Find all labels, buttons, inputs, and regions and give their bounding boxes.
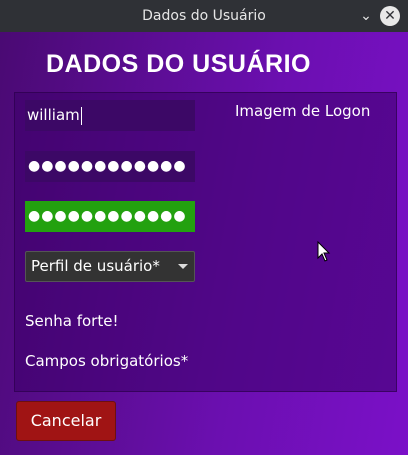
- close-icon[interactable]: ✕: [380, 6, 400, 26]
- user-data-window: DADOS DO USUÁRIO william ●●●●●●●●●●●● ●●…: [0, 32, 408, 455]
- cancel-button[interactable]: Cancelar: [16, 401, 116, 441]
- profile-select[interactable]: Perfil de usuário*: [25, 251, 195, 282]
- window-title: Dados do Usuário: [142, 8, 266, 24]
- form-panel: [14, 92, 397, 392]
- password-mask: ●●●●●●●●●●●●: [28, 158, 187, 174]
- required-fields-note: Campos obrigatórios*: [25, 352, 189, 370]
- password-strength-text: Senha forte!: [25, 312, 119, 330]
- username-value: william: [27, 106, 80, 124]
- mouse-pointer-icon: [317, 241, 331, 262]
- dropdown-arrow-icon: [178, 264, 188, 269]
- title-bar: Dados do Usuário ⌄ ✕: [0, 0, 408, 32]
- profile-select-value: Perfil de usuário*: [31, 257, 160, 275]
- page-title: DADOS DO USUÁRIO: [46, 50, 311, 78]
- chevron-down-icon[interactable]: ⌄: [356, 7, 376, 25]
- logon-image-label[interactable]: Imagem de Logon: [235, 102, 370, 120]
- username-input[interactable]: william: [25, 100, 195, 131]
- confirm-password-mask: ●●●●●●●●●●●●: [28, 208, 187, 224]
- text-caret: [80, 106, 82, 125]
- password-input[interactable]: ●●●●●●●●●●●●: [25, 151, 195, 182]
- confirm-password-input[interactable]: ●●●●●●●●●●●●: [25, 201, 195, 232]
